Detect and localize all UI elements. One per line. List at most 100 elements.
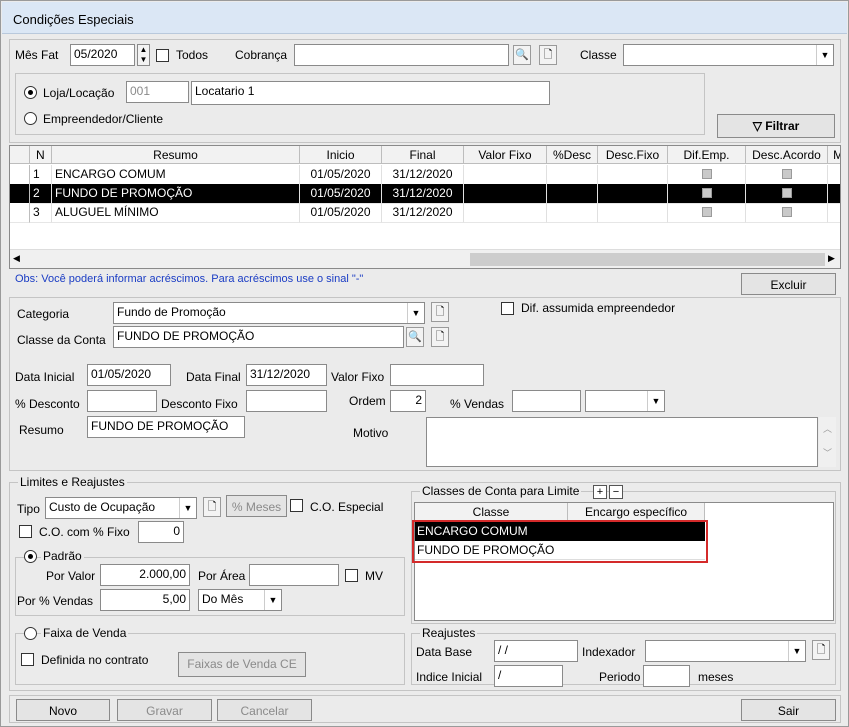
co-especial-checkbox[interactable]: [290, 499, 303, 512]
checkbox-icon[interactable]: [782, 169, 792, 179]
column-header[interactable]: Dif.Emp.: [668, 146, 746, 164]
data-inicial-input[interactable]: 01/05/2020: [87, 364, 171, 386]
table-cell[interactable]: [828, 203, 840, 223]
column-header[interactable]: Final: [382, 146, 464, 164]
chevron-down-icon[interactable]: ▼: [179, 498, 196, 518]
checkbox-icon[interactable]: [782, 207, 792, 217]
excluir-button[interactable]: Excluir: [741, 273, 836, 295]
chevron-down-icon[interactable]: ▼: [264, 590, 281, 610]
por-valor-input[interactable]: 2.000,00: [100, 564, 190, 586]
table-cell[interactable]: [598, 184, 668, 204]
row-indicator[interactable]: [10, 165, 30, 185]
horizontal-scrollbar[interactable]: ◀ ▶: [10, 249, 840, 268]
table-cell[interactable]: 01/05/2020: [300, 203, 382, 223]
periodo-input[interactable]: [643, 665, 690, 687]
table-cell[interactable]: [547, 165, 598, 185]
column-header[interactable]: Desc.Acordo: [746, 146, 828, 164]
column-header[interactable]: Valor Fixo: [464, 146, 547, 164]
new-document-icon[interactable]: 🗋: [431, 327, 449, 347]
desconto-fixo-input[interactable]: [246, 390, 327, 412]
co-fixo-checkbox[interactable]: [19, 525, 32, 538]
table-cell[interactable]: [746, 203, 828, 223]
classe-select[interactable]: [623, 44, 834, 66]
table-cell[interactable]: [547, 184, 598, 204]
sair-button[interactable]: Sair: [741, 699, 836, 721]
table-cell[interactable]: [547, 203, 598, 223]
loja-name-input[interactable]: Locatario 1: [191, 81, 550, 105]
faixas-venda-button[interactable]: Faixas de Venda CE: [178, 652, 306, 677]
data-final-input[interactable]: 31/12/2020: [246, 364, 327, 386]
table-cell[interactable]: ENCARGO COMUM: [52, 165, 300, 185]
table-cell[interactable]: 2: [30, 184, 52, 204]
row-indicator[interactable]: [10, 203, 30, 223]
table-cell[interactable]: [598, 203, 668, 223]
table-cell[interactable]: FUNDO DE PROMOÇÃO: [52, 184, 300, 204]
remove-class-button[interactable]: −: [609, 485, 623, 499]
scroll-thumb[interactable]: [470, 253, 825, 266]
todos-checkbox[interactable]: [156, 49, 169, 62]
motivo-scrollbar[interactable]: ︿ ﹀: [819, 417, 836, 467]
add-class-button[interactable]: +: [593, 485, 607, 499]
chevron-down-icon[interactable]: ▼: [816, 45, 833, 65]
table-cell[interactable]: [828, 165, 840, 185]
por-vendas-input[interactable]: 5,00: [100, 589, 190, 611]
table-cell[interactable]: [828, 184, 840, 204]
binoculars-icon[interactable]: 🔍: [406, 327, 424, 347]
table-cell[interactable]: [668, 203, 746, 223]
new-document-icon[interactable]: 🗋: [203, 497, 221, 517]
checkbox-icon[interactable]: [702, 169, 712, 179]
binoculars-icon[interactable]: 🔍: [513, 45, 531, 65]
new-document-icon[interactable]: 🗋: [539, 45, 557, 65]
filtrar-button[interactable]: ▽ Filtrar: [717, 114, 835, 138]
vendas-input[interactable]: [512, 390, 581, 412]
table-cell[interactable]: [464, 184, 547, 204]
table-cell[interactable]: 31/12/2020: [382, 184, 464, 204]
padrao-radio[interactable]: [24, 550, 37, 563]
column-header[interactable]: Motiv: [828, 146, 840, 164]
cobranca-input[interactable]: [294, 44, 509, 66]
checkbox-icon[interactable]: [702, 207, 712, 217]
column-header[interactable]: Encargo específico: [568, 503, 705, 521]
meses-button[interactable]: % Meses: [226, 495, 287, 517]
novo-button[interactable]: Novo: [16, 699, 110, 721]
chevron-down-icon[interactable]: ▼: [407, 303, 424, 323]
table-cell[interactable]: [746, 184, 828, 204]
chevron-down-icon[interactable]: ▼: [788, 641, 805, 661]
definida-checkbox[interactable]: [21, 653, 34, 666]
column-header[interactable]: Inicio: [300, 146, 382, 164]
table-cell[interactable]: [464, 165, 547, 185]
data-base-input[interactable]: / /: [494, 640, 578, 662]
valor-fixo-input[interactable]: [390, 364, 484, 386]
column-header[interactable]: Resumo: [52, 146, 300, 164]
chevron-down-icon[interactable]: ▼: [647, 391, 664, 411]
categoria-select[interactable]: Fundo de Promoção: [113, 302, 425, 324]
indexador-select[interactable]: [645, 640, 806, 662]
table-cell[interactable]: 01/05/2020: [300, 165, 382, 185]
column-header[interactable]: Classe: [415, 503, 568, 521]
table-cell[interactable]: [668, 165, 746, 185]
cancelar-button[interactable]: Cancelar: [217, 699, 312, 721]
table-cell[interactable]: [668, 184, 746, 204]
ordem-input[interactable]: 2: [390, 390, 426, 412]
table-cell[interactable]: [598, 165, 668, 185]
loja-radio[interactable]: [24, 86, 37, 99]
table-cell[interactable]: 1: [30, 165, 52, 185]
column-header[interactable]: Desc.Fixo: [598, 146, 668, 164]
table-cell[interactable]: [464, 203, 547, 223]
table-cell[interactable]: [746, 165, 828, 185]
dif-assumida-checkbox[interactable]: [501, 302, 514, 315]
mv-checkbox[interactable]: [345, 569, 358, 582]
empreendedor-radio[interactable]: [24, 112, 37, 125]
motivo-textarea[interactable]: [426, 417, 818, 467]
co-fixo-input[interactable]: 0: [138, 521, 184, 543]
classe-conta-input[interactable]: FUNDO DE PROMOÇÃO: [113, 326, 404, 348]
table-cell[interactable]: 01/05/2020: [300, 184, 382, 204]
checkbox-icon[interactable]: [702, 188, 712, 198]
table-cell[interactable]: ALUGUEL MÍNIMO: [52, 203, 300, 223]
mes-fat-input[interactable]: 05/2020: [70, 44, 135, 66]
column-header[interactable]: N: [30, 146, 52, 164]
por-area-input[interactable]: [249, 564, 339, 586]
gravar-button[interactable]: Gravar: [117, 699, 212, 721]
resumo-input[interactable]: FUNDO DE PROMOÇÃO: [87, 416, 245, 438]
checkbox-icon[interactable]: [782, 188, 792, 198]
